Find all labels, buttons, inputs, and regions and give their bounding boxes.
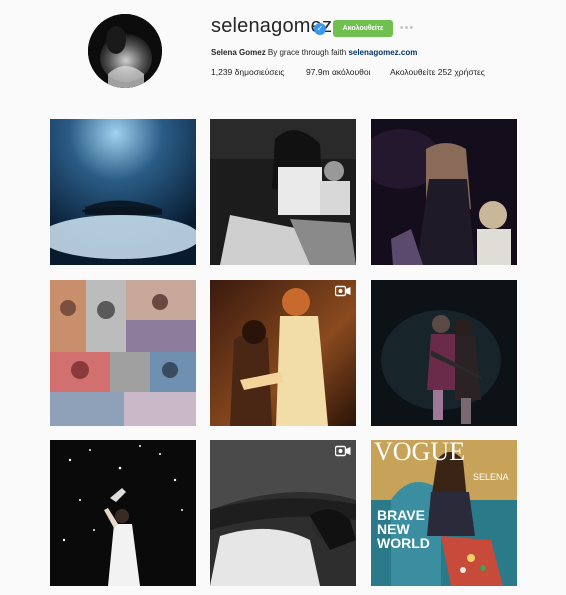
post-tile[interactable] <box>50 440 196 586</box>
post-tile[interactable] <box>371 280 517 426</box>
video-camera-icon <box>335 285 351 297</box>
posts-grid: VOGUE BRAVE NEW WORLD SELENA <box>0 0 566 595</box>
post-tile[interactable] <box>210 440 356 586</box>
post-tile[interactable] <box>371 119 517 265</box>
magazine-cover-line: WORLD <box>377 535 430 551</box>
post-tile[interactable] <box>50 119 196 265</box>
magazine-cover-name: SELENA <box>473 472 509 482</box>
post-tile[interactable]: VOGUE BRAVE NEW WORLD SELENA <box>371 440 517 586</box>
post-tile[interactable] <box>210 280 356 426</box>
video-camera-icon <box>335 445 351 457</box>
post-tile[interactable] <box>210 119 356 265</box>
magazine-masthead: VOGUE <box>374 440 465 466</box>
post-tile[interactable] <box>50 280 196 426</box>
